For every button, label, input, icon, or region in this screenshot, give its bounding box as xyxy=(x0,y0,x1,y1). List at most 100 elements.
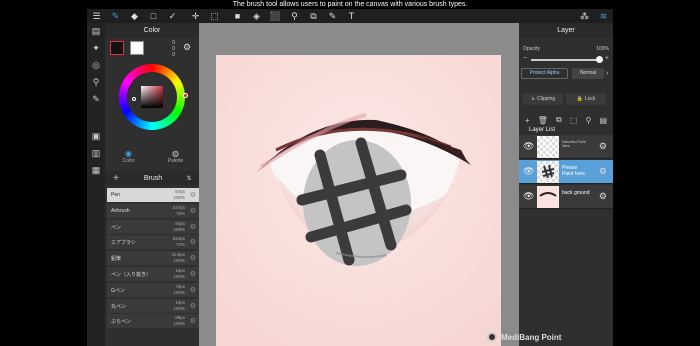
transform-tool-icon[interactable]: ⬚ xyxy=(205,9,224,23)
brush-item[interactable]: 丸ペン 19px 100% ⚙ xyxy=(107,298,199,313)
protect-alpha-button[interactable]: Protect Alpha xyxy=(521,68,568,79)
select-rect-tool-icon[interactable]: □ xyxy=(144,9,163,23)
eye-icon[interactable]: 👁 xyxy=(523,191,534,202)
top-toolbar: ☰ ✎ ◆ □ ✓ ✛ ⬚ ■ ◈ ⬛ ⚲ ⧉ ✎ T ⁂ ≋ xyxy=(87,9,613,23)
check-tool-icon[interactable]: ✓ xyxy=(163,9,182,23)
brush-settings-gear-icon[interactable]: ⚙ xyxy=(190,223,196,231)
brush-settings-gear-icon[interactable]: ⚙ xyxy=(190,238,196,246)
chevron-right-icon[interactable]: › xyxy=(606,70,608,77)
brush-item[interactable]: エアブラシ 534px 72% ⚙ xyxy=(107,235,199,250)
delete-layer-icon[interactable]: 🗑 xyxy=(538,116,548,125)
drawing-canvas[interactable] xyxy=(216,55,501,346)
layer-search-icon[interactable]: ⚲ xyxy=(585,116,591,125)
brush-list: Pen 87px 100% ⚙ Airbrush 237px 78% ⚙ ペン 94… xyxy=(107,188,199,330)
brush-settings-gear-icon[interactable]: ⚙ xyxy=(190,270,196,278)
layer-row[interactable]: 👁 Please Paint here. ⚙ xyxy=(519,160,613,184)
brush-panel-title: Brush xyxy=(143,174,163,182)
hue-marker[interactable] xyxy=(183,93,188,98)
layer-settings-gear-icon[interactable]: ⚙ xyxy=(599,166,607,177)
color-swatch-icon[interactable]: ▣ xyxy=(87,128,105,145)
layer-menu-icon[interactable]: ▤ xyxy=(599,116,607,125)
layer-name: Please Paint here. xyxy=(562,165,587,177)
opacity-slider[interactable]: − + xyxy=(523,55,609,64)
brush-tool-icon[interactable]: ✎ xyxy=(106,9,125,23)
merge-layer-icon[interactable]: ⬚ xyxy=(570,116,578,125)
duplicate-layer-icon[interactable]: ⧉ xyxy=(556,115,562,125)
rgb-readout: 0 0 0 xyxy=(172,40,175,58)
gradient-tool-icon[interactable]: ⬛ xyxy=(266,9,285,23)
palette-icon[interactable]: ▦ xyxy=(87,162,105,179)
caption-text: The brush tool allows users to paint on … xyxy=(232,1,468,8)
color-settings-gear-icon[interactable]: ⚙ xyxy=(183,42,191,53)
opacity-slider-knob[interactable] xyxy=(596,56,603,63)
tab-color[interactable]: ◉ Color xyxy=(105,149,152,169)
material-icon[interactable]: ⁂ xyxy=(575,9,594,23)
layer-name: Kakuritsu Point Here. xyxy=(562,140,586,148)
brush-settings-gear-icon[interactable]: ⚙ xyxy=(190,254,196,262)
clipping-icon: ↳ xyxy=(530,96,536,102)
saturation-value-square[interactable] xyxy=(141,86,163,108)
tab-palette[interactable]: ◍ Palette xyxy=(152,149,199,169)
brush-list-icon[interactable]: ▥ xyxy=(87,145,105,162)
layer-row[interactable]: 👁 back ground ⚙ xyxy=(519,185,613,209)
layer-panel: Layer Opacity 100% − + Protect Alpha Nor… xyxy=(519,23,613,346)
brush-settings-gear-icon[interactable]: ⚙ xyxy=(190,317,196,325)
brush-settings-gear-icon[interactable]: ⚙ xyxy=(190,302,196,310)
opacity-increase-button[interactable]: + xyxy=(605,55,609,62)
brush-settings-gear-icon[interactable]: ⚙ xyxy=(190,191,196,199)
color-wheel[interactable] xyxy=(119,64,188,130)
add-layer-icon[interactable]: + xyxy=(525,116,530,125)
menu-icon[interactable]: ☰ xyxy=(87,9,106,23)
opacity-value: 100% xyxy=(596,46,609,52)
canvas-area[interactable] xyxy=(199,23,519,346)
color-mode-icon: ◉ xyxy=(125,149,132,158)
layer-panel-icon[interactable]: ▤ xyxy=(87,23,105,40)
layer-thumbnail xyxy=(537,186,559,208)
clipping-button[interactable]: ↳ Clipping xyxy=(523,93,563,105)
eye-icon[interactable]: 👁 xyxy=(523,166,534,177)
brush-item[interactable]: ペン（入り抜き） 18px 100% ⚙ xyxy=(107,266,199,281)
background-color-swatch[interactable] xyxy=(130,41,144,55)
app-window: ☰ ✎ ◆ □ ✓ ✛ ⬚ ■ ◈ ⬛ ⚲ ⧉ ✎ T ⁂ ≋ ▤ ✦ ◎ ⚲ … xyxy=(87,9,613,346)
layer-settings-gear-icon[interactable]: ⚙ xyxy=(599,141,607,152)
sparkle-icon[interactable]: ✦ xyxy=(87,40,105,57)
eye-icon[interactable]: 👁 xyxy=(523,141,534,152)
opacity-label: Opacity xyxy=(523,46,540,52)
layer-settings-gear-icon[interactable]: ⚙ xyxy=(599,191,607,202)
fill-rect-tool-icon[interactable]: ■ xyxy=(228,9,247,23)
brush-item[interactable]: 鉛筆 10.8px 100% ⚙ xyxy=(107,251,199,266)
bucket-tool-icon[interactable]: ◈ xyxy=(247,9,266,23)
foreground-color-swatch[interactable] xyxy=(110,41,124,55)
clip-lock-row: ↳ Clipping 🔒 Lock xyxy=(523,93,609,105)
brush-item[interactable]: Pen 87px 100% ⚙ xyxy=(107,188,199,202)
color-marker[interactable] xyxy=(132,97,136,101)
brush-settings-gear-icon[interactable]: ⚙ xyxy=(190,207,196,215)
move-tool-icon[interactable]: ✛ xyxy=(186,9,205,23)
color-panel: Color 0 0 0 ⚙ ◉ Color ◍ Palette + Brush … xyxy=(105,23,199,346)
brush-item[interactable]: ぶらペン 89px 100% ⚙ xyxy=(107,314,199,329)
brush-item[interactable]: ペン 94px 100% ⚙ xyxy=(107,219,199,234)
color-panel-title: Color xyxy=(105,23,199,38)
layer-row[interactable]: 👁 Kakuritsu Point Here. ⚙ xyxy=(519,135,613,159)
snap-icon[interactable]: ◎ xyxy=(87,57,105,74)
brush-settings-gear-icon[interactable]: ⚙ xyxy=(190,286,196,294)
eyedropper-tool-icon[interactable]: ✎ xyxy=(323,9,342,23)
brush-item[interactable]: Airbrush 237px 78% ⚙ xyxy=(107,203,199,218)
add-brush-button[interactable]: + xyxy=(105,173,127,184)
eraser-tool-icon[interactable]: ◆ xyxy=(125,9,144,23)
opacity-decrease-button[interactable]: − xyxy=(523,55,527,62)
blend-mode-select[interactable]: Normal xyxy=(572,68,604,79)
watermark: MediBang Point xyxy=(487,330,561,344)
sort-brush-icon[interactable]: ⇅ xyxy=(179,175,199,182)
brush-item[interactable]: Gペン 75px 100% ⚙ xyxy=(107,282,199,297)
layer-panel-title: Layer xyxy=(519,23,613,38)
layer-thumbnail xyxy=(537,161,559,183)
lock-button[interactable]: 🔒 Lock xyxy=(566,93,606,105)
text-tool-icon[interactable]: T xyxy=(342,9,361,23)
copy-tool-icon[interactable]: ⧉ xyxy=(304,9,323,23)
zoom-icon[interactable]: ⚲ xyxy=(87,74,105,91)
layers-toggle-icon[interactable]: ≋ xyxy=(594,9,613,23)
magic-wand-tool-icon[interactable]: ⚲ xyxy=(285,9,304,23)
pen-icon[interactable]: ✎ xyxy=(87,91,105,108)
palette-mode-icon: ◍ xyxy=(172,149,179,158)
